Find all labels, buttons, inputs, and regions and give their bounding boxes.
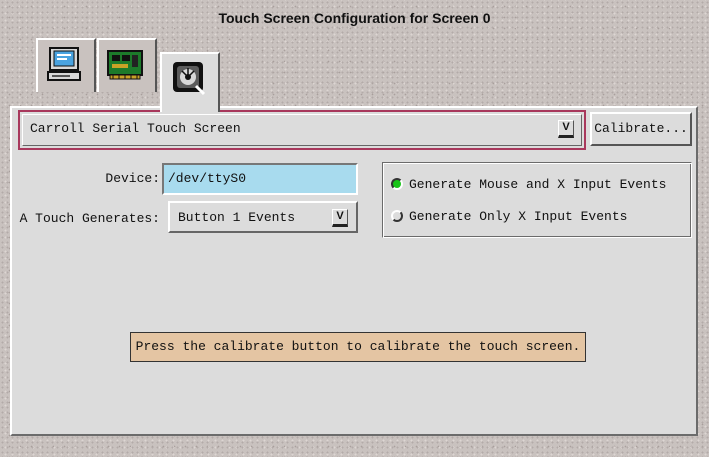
window-title: Touch Screen Configuration for Screen 0 bbox=[218, 10, 491, 26]
circuit-board-icon bbox=[107, 50, 143, 80]
chevron-down-icon[interactable]: V bbox=[332, 209, 348, 227]
chevron-down-icon[interactable]: V bbox=[558, 120, 574, 138]
device-field[interactable]: /dev/ttyS0 bbox=[162, 163, 358, 195]
radio-label: Generate Mouse and X Input Events bbox=[409, 177, 667, 192]
radio-label: Generate Only X Input Events bbox=[409, 209, 628, 224]
monitor-icon bbox=[47, 47, 81, 81]
touch-generates-value: Button 1 Events bbox=[178, 210, 296, 225]
touch-screen-panel: Carroll Serial Touch Screen V Calibrate.… bbox=[10, 106, 698, 436]
radio-selected-icon[interactable] bbox=[391, 178, 403, 190]
driver-combo-value: Carroll Serial Touch Screen bbox=[30, 121, 241, 136]
tab-display[interactable] bbox=[36, 38, 96, 92]
tab-touch-screen[interactable] bbox=[160, 52, 220, 112]
tab-hardware[interactable] bbox=[97, 38, 157, 92]
touch-generates-menu[interactable]: Button 1 Events V bbox=[168, 201, 358, 233]
driver-combo[interactable]: Carroll Serial Touch Screen V bbox=[18, 110, 586, 150]
status-message: Press the calibrate button to calibrate … bbox=[130, 332, 586, 362]
window-bottom-border bbox=[0, 435, 709, 457]
device-label: Device: bbox=[105, 171, 160, 186]
touch-generates-label: A Touch Generates: bbox=[19, 211, 160, 226]
radio-unselected-icon[interactable] bbox=[391, 210, 403, 222]
calibrate-button[interactable]: Calibrate... bbox=[590, 112, 692, 146]
event-mode-group: Generate Mouse and X Input Events Genera… bbox=[382, 162, 692, 238]
touch-screen-icon bbox=[173, 62, 206, 96]
